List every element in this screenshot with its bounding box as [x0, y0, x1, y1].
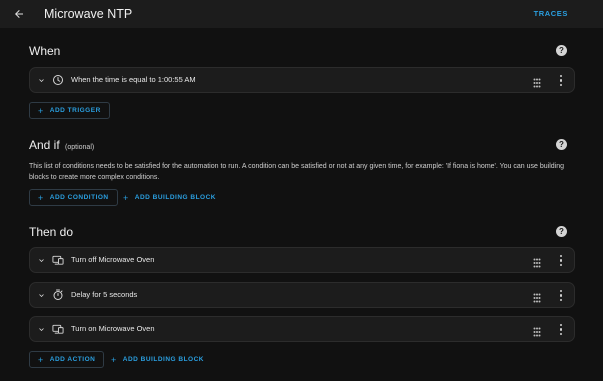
more-options-icon[interactable] [558, 324, 564, 335]
then-do-section-title: Then do [29, 225, 74, 239]
timer-icon [52, 289, 64, 301]
and-if-title: And if [29, 138, 60, 152]
device-icon [52, 254, 64, 266]
action-label: Turn off Microwave Oven [71, 255, 155, 264]
page-title: Microwave NTP [44, 7, 133, 21]
more-options-icon[interactable] [558, 75, 564, 86]
and-if-help-icon[interactable]: ? [556, 139, 567, 150]
action-card[interactable]: Turn on Microwave Oven [29, 316, 575, 342]
add-trigger-label: ADD TRIGGER [49, 107, 101, 114]
more-options-icon[interactable] [558, 255, 564, 266]
chevron-down-icon[interactable] [36, 324, 46, 334]
action-card[interactable]: Delay for 5 seconds [29, 282, 575, 308]
add-condition-button[interactable]: + ADD CONDITION [29, 189, 118, 206]
chevron-down-icon[interactable] [36, 290, 46, 300]
plus-icon: + [123, 192, 129, 203]
clock-icon [52, 74, 64, 86]
more-options-icon[interactable] [558, 290, 564, 301]
action-card[interactable]: Turn off Microwave Oven [29, 247, 575, 273]
plus-icon: + [38, 105, 44, 116]
add-action-button[interactable]: + ADD ACTION [29, 351, 105, 368]
add-action-label: ADD ACTION [49, 356, 96, 363]
chevron-down-icon[interactable] [36, 255, 46, 265]
add-building-block-label: ADD BUILDING BLOCK [122, 356, 204, 363]
traces-button[interactable]: TRACES [534, 9, 568, 18]
when-help-icon[interactable]: ? [556, 45, 567, 56]
device-icon [52, 323, 64, 335]
then-do-help-icon[interactable]: ? [556, 226, 567, 237]
drag-handle-icon[interactable] [533, 324, 541, 337]
top-app-bar: Microwave NTP TRACES [0, 0, 603, 28]
add-condition-label: ADD CONDITION [49, 194, 109, 201]
trigger-label: When the time is equal to 1:00:55 AM [71, 75, 196, 84]
add-building-block-button-conditions[interactable]: + ADD BUILDING BLOCK [123, 189, 216, 206]
drag-handle-icon[interactable] [533, 75, 541, 88]
optional-label: (optional) [65, 144, 95, 151]
add-building-block-button-actions[interactable]: + ADD BUILDING BLOCK [111, 351, 204, 368]
plus-icon: + [38, 354, 44, 365]
and-if-section-title: And if (optional) [29, 138, 94, 152]
chevron-down-icon[interactable] [36, 75, 46, 85]
add-building-block-label: ADD BUILDING BLOCK [134, 194, 216, 201]
conditions-description: This list of conditions needs to be sati… [29, 163, 564, 181]
action-label: Turn on Microwave Oven [71, 324, 155, 333]
trigger-card[interactable]: When the time is equal to 1:00:55 AM [29, 67, 575, 93]
add-trigger-button[interactable]: + ADD TRIGGER [29, 102, 110, 119]
drag-handle-icon[interactable] [533, 290, 541, 303]
action-label: Delay for 5 seconds [71, 290, 138, 299]
back-arrow-icon[interactable] [11, 6, 27, 22]
plus-icon: + [111, 354, 117, 365]
when-section-title: When [29, 44, 61, 58]
drag-handle-icon[interactable] [533, 255, 541, 268]
plus-icon: + [38, 192, 44, 203]
